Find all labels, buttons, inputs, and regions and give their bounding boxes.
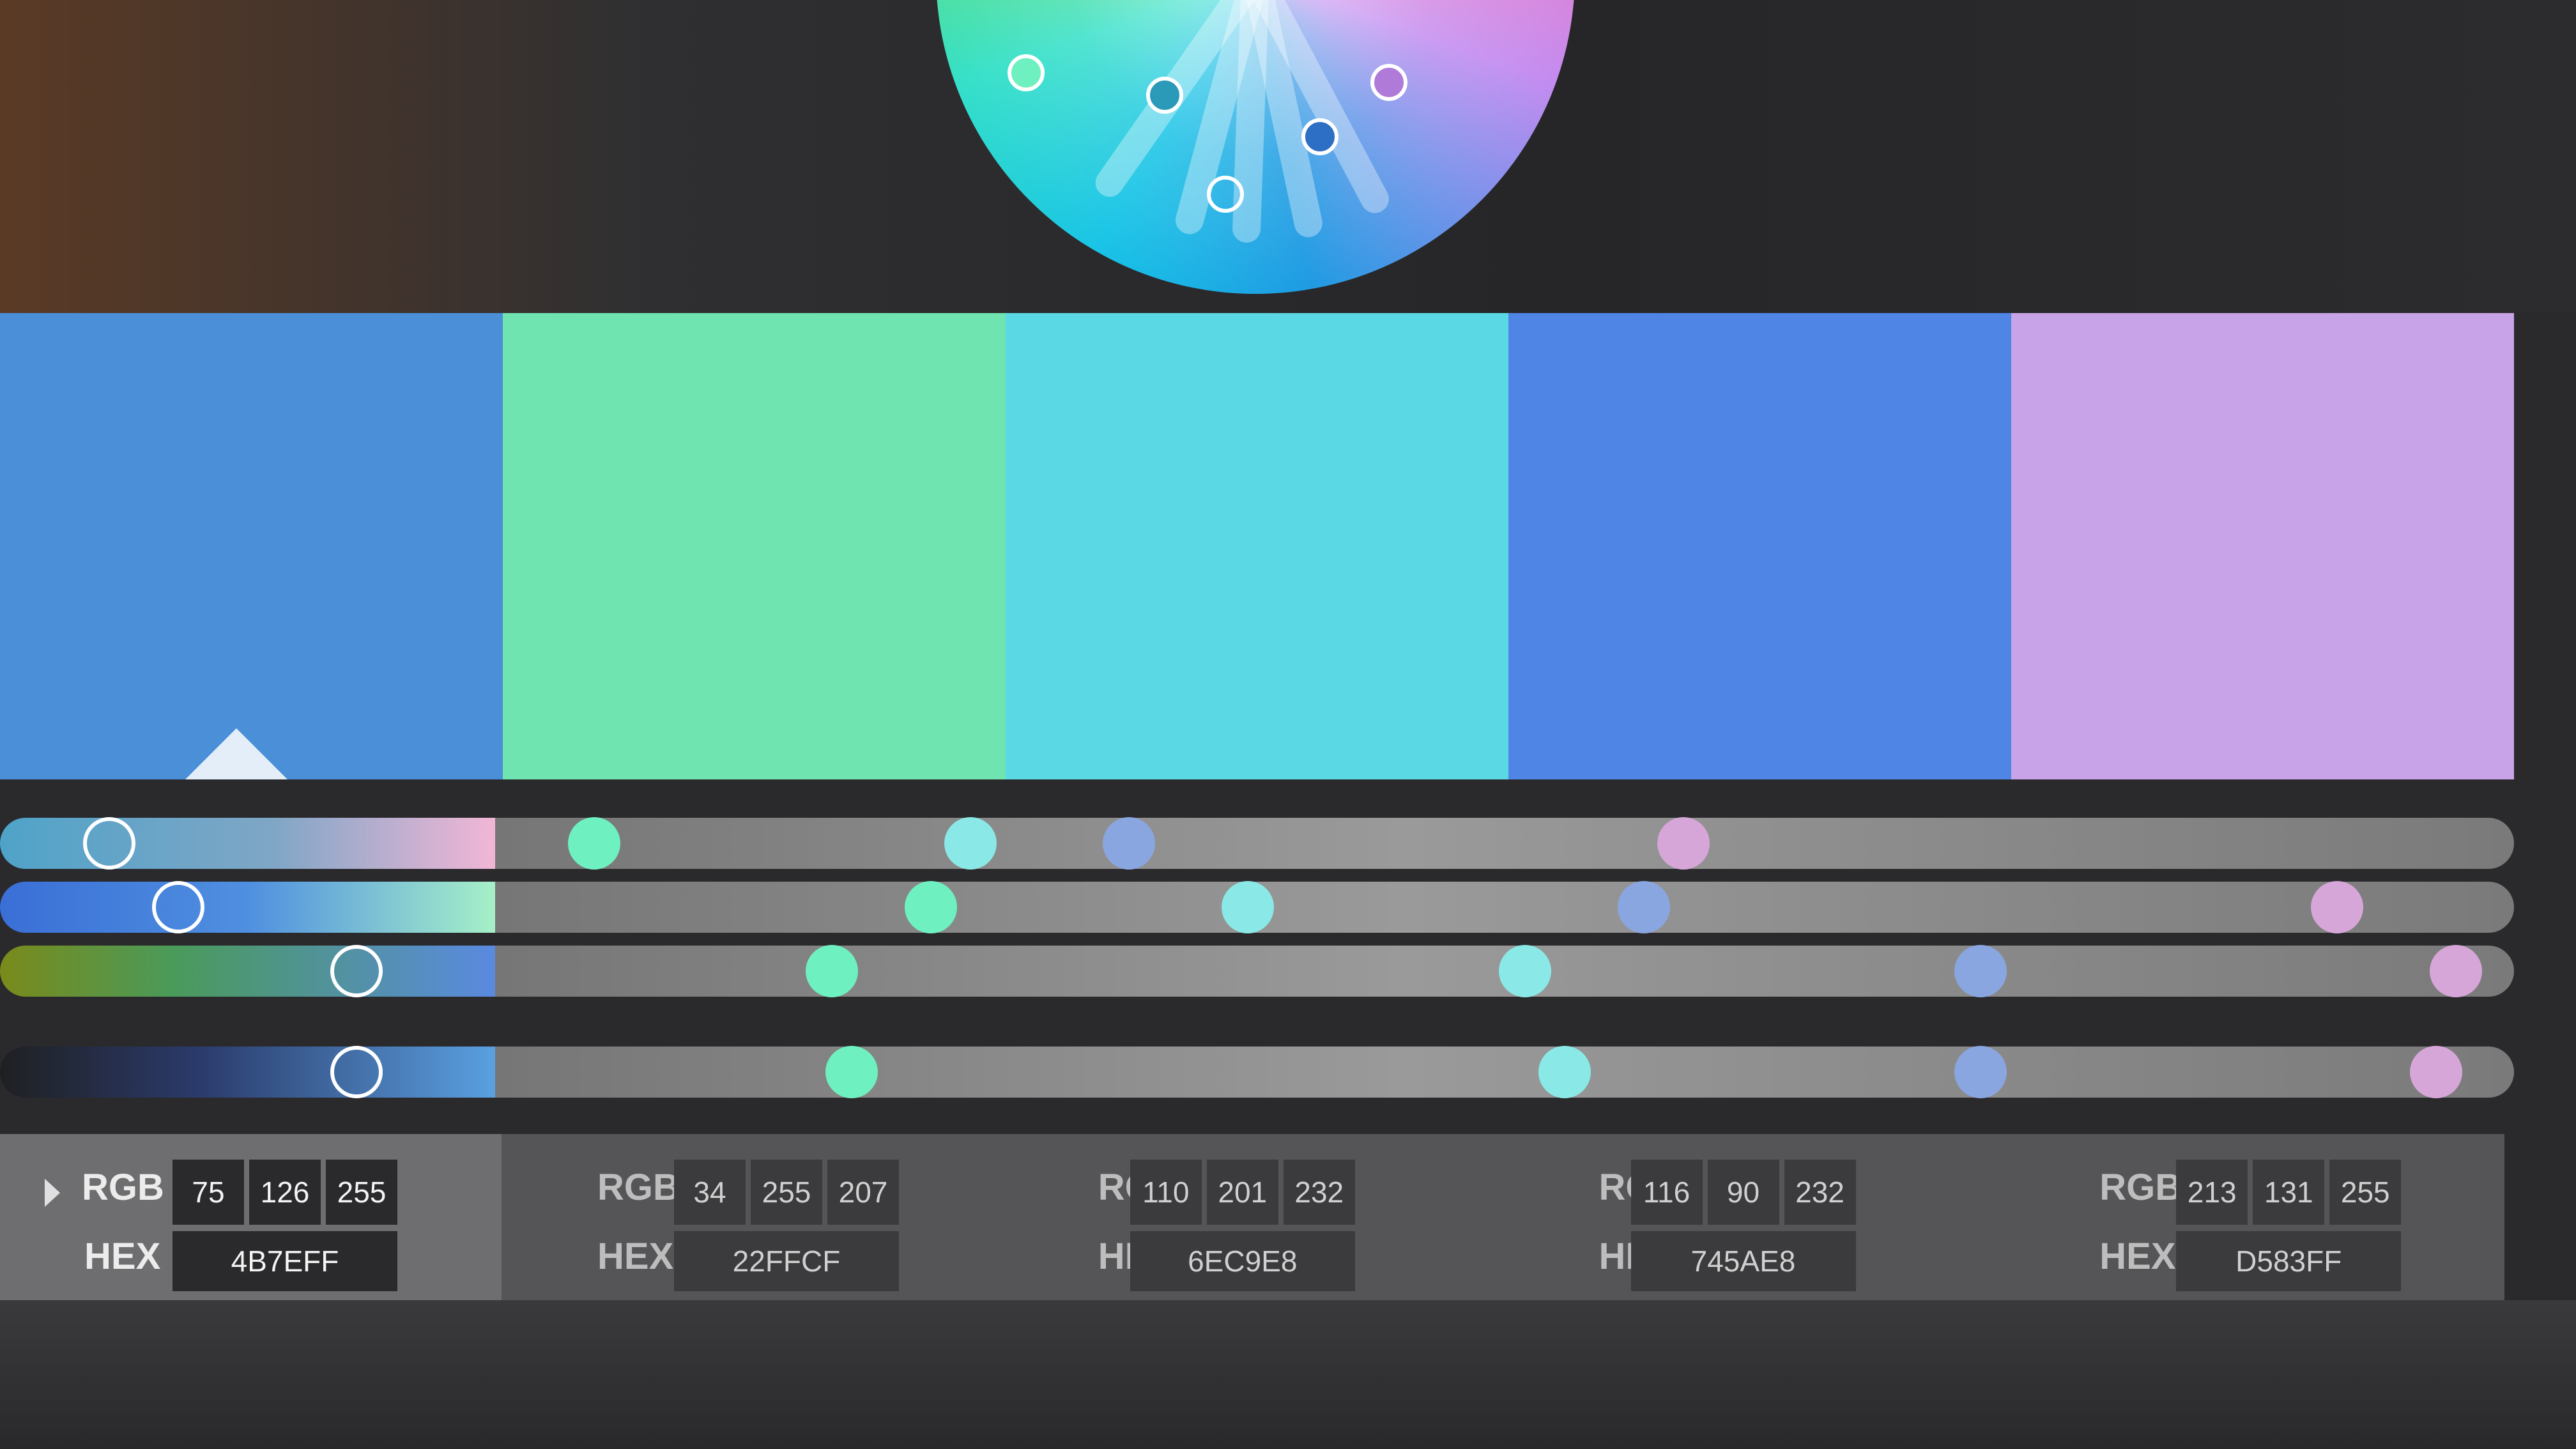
slider-handle[interactable]: [1103, 817, 1155, 870]
blue-value[interactable]: 232: [1283, 1160, 1355, 1225]
red-value[interactable]: 110: [1130, 1160, 1202, 1225]
slider-handle[interactable]: [825, 1046, 878, 1098]
bottom-area: [0, 1300, 2576, 1449]
slider-handle[interactable]: [905, 881, 957, 933]
slider-handle[interactable]: [1657, 817, 1710, 870]
slider-active-segment[interactable]: [0, 882, 495, 933]
color-panel-1[interactable]: RGB HEX 75 126 255 4B7EFF: [0, 1134, 502, 1300]
blue-value[interactable]: 255: [2329, 1160, 2402, 1225]
wheel-handle[interactable]: [1301, 118, 1338, 155]
hex-label: HEX: [84, 1236, 161, 1277]
blue-value[interactable]: 207: [827, 1160, 899, 1225]
slider-handle[interactable]: [568, 817, 620, 870]
rgb-label: RGB: [82, 1167, 164, 1208]
expand-arrow-icon[interactable]: [45, 1179, 60, 1207]
swatch-2[interactable]: [503, 313, 1006, 779]
swatch-1[interactable]: [0, 313, 503, 779]
color-swatches: [0, 313, 2514, 779]
green-value[interactable]: 201: [1206, 1160, 1278, 1225]
rgb-label: RGB: [2099, 1167, 2182, 1208]
slider-handle-active[interactable]: [330, 1046, 383, 1098]
color-panel-5[interactable]: RGB HEX 213 131 255 D583FF: [2004, 1134, 2504, 1300]
slider-handle[interactable]: [944, 817, 997, 870]
slider-track[interactable]: [495, 1046, 2514, 1098]
hex-label: HEX: [597, 1236, 674, 1277]
slider-handle[interactable]: [1222, 881, 1274, 933]
slider-handle[interactable]: [2430, 945, 2482, 997]
slider-active-segment[interactable]: [0, 818, 495, 869]
red-value[interactable]: 34: [674, 1160, 746, 1225]
rgb-label: RGB: [597, 1167, 680, 1208]
red-value[interactable]: 213: [2176, 1160, 2248, 1225]
red-value[interactable]: 75: [172, 1160, 244, 1225]
slider-handle[interactable]: [1954, 1046, 2007, 1098]
slider-active-segment[interactable]: [0, 1046, 495, 1098]
green-value[interactable]: 90: [1707, 1160, 1779, 1225]
slider-handle[interactable]: [1618, 881, 1670, 933]
slider-row[interactable]: [0, 881, 2514, 933]
slider-handle-active[interactable]: [82, 817, 135, 870]
slider-handle[interactable]: [1954, 945, 2007, 997]
color-panel-2[interactable]: RGB HEX 34 255 207 22FFCF: [502, 1134, 1002, 1300]
green-value[interactable]: 255: [751, 1160, 822, 1225]
swatch-5[interactable]: [2011, 313, 2514, 779]
slider-track[interactable]: [495, 882, 2514, 933]
selected-swatch-marker: [185, 728, 288, 779]
wheel-handle[interactable]: [1370, 64, 1407, 101]
slider-row[interactable]: [0, 817, 2514, 870]
wheel-arm: [1243, 0, 1394, 218]
hex-value[interactable]: 4B7EFF: [172, 1231, 397, 1291]
slider-handle[interactable]: [1499, 945, 1551, 997]
red-value[interactable]: 116: [1630, 1160, 1703, 1225]
color-panel-4[interactable]: RGBHEX11690232745AE8: [1503, 1134, 2004, 1300]
slider-track[interactable]: [495, 818, 2514, 869]
hex-value[interactable]: 745AE8: [1630, 1231, 1856, 1291]
slider-handle[interactable]: [2311, 881, 2363, 933]
swatch-4[interactable]: [1508, 313, 2011, 779]
hex-label: HEX: [2099, 1236, 2176, 1277]
green-value[interactable]: 131: [2253, 1160, 2325, 1225]
wheel-handle[interactable]: [1008, 54, 1045, 91]
green-value[interactable]: 126: [249, 1160, 321, 1225]
wheel-handle-base[interactable]: [1207, 176, 1244, 213]
hex-value[interactable]: 22FFCF: [674, 1231, 899, 1291]
slider-row[interactable]: [0, 945, 2514, 997]
slider-handle[interactable]: [2410, 1046, 2462, 1098]
blue-value[interactable]: 232: [1784, 1160, 1856, 1225]
slider-handle[interactable]: [1538, 1046, 1591, 1098]
slider-handle-active[interactable]: [152, 881, 204, 933]
color-value-panels: RGB HEX 75 126 255 4B7EFF RGB HEX 34 255 207 22FFCF…: [0, 1134, 2504, 1300]
wheel-handle[interactable]: [1146, 77, 1183, 114]
slider-active-segment[interactable]: [0, 946, 495, 997]
hex-value[interactable]: D583FF: [2176, 1231, 2402, 1291]
slider-row[interactable]: [0, 1046, 2514, 1098]
slider-handle[interactable]: [806, 945, 858, 997]
hex-value[interactable]: 6EC9E8: [1130, 1231, 1355, 1291]
adjustment-sliders: [0, 817, 2514, 1099]
color-panel-3[interactable]: RGBHEX1102012326EC9E8: [1002, 1134, 1503, 1300]
blue-value[interactable]: 255: [326, 1160, 397, 1225]
swatch-3[interactable]: [1006, 313, 1508, 779]
slider-handle-active[interactable]: [330, 945, 383, 997]
